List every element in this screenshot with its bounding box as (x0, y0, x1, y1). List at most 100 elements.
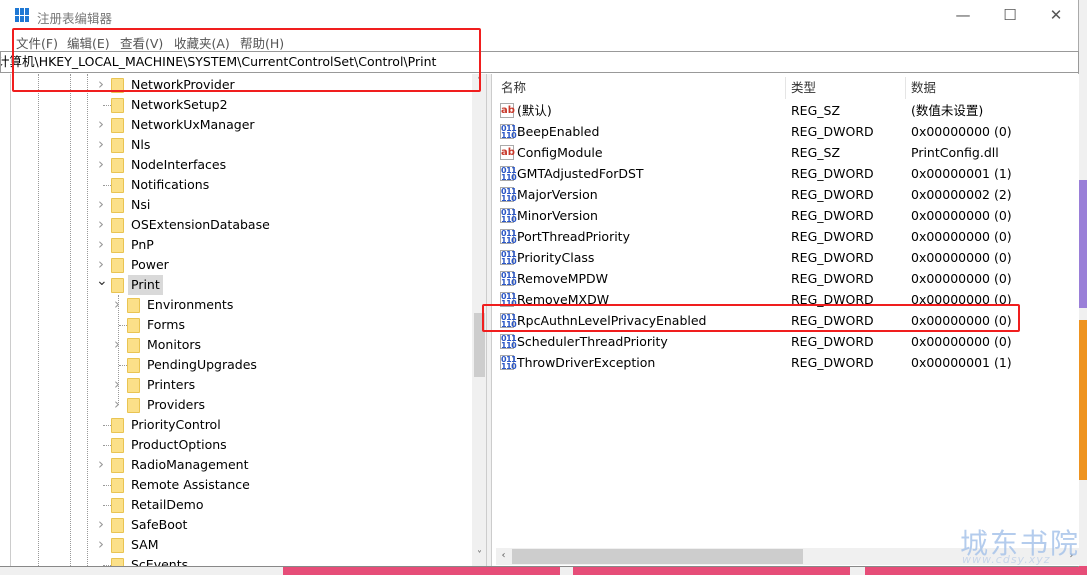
chevron-right-icon[interactable]: › (96, 454, 106, 474)
tree-item[interactable]: PendingUpgrades (11, 355, 471, 375)
folder-icon (111, 538, 124, 553)
maximize-button[interactable]: ☐ (987, 2, 1033, 28)
chevron-right-icon[interactable]: › (96, 134, 106, 154)
background-pink (573, 566, 850, 575)
tree-item[interactable]: › Nsi (11, 195, 471, 215)
menu-favorites[interactable]: 收藏夹(A) (174, 33, 230, 52)
tree-item[interactable]: › Nls (11, 135, 471, 155)
minimize-button[interactable]: — (940, 2, 986, 28)
chevron-right-icon[interactable]: › (96, 194, 106, 214)
list-scroll-thumb[interactable] (512, 549, 803, 564)
value-type: REG_DWORD (791, 229, 874, 244)
chevron-right-icon[interactable]: › (96, 514, 106, 534)
tree-item[interactable]: › NetworkProvider (11, 75, 471, 95)
value-data: 0x00000001 (1) (911, 355, 1012, 370)
value-row[interactable]: 011 110 PriorityClass REG_DWORD 0x00000000 (… (492, 247, 1079, 268)
scroll-up-icon[interactable]: ˄ (472, 76, 486, 87)
tree-item[interactable]: › Providers (11, 395, 471, 415)
tree-item[interactable]: › Environments (11, 295, 471, 315)
menu-file[interactable]: 文件(F) (16, 33, 58, 52)
column-header-type[interactable]: 类型 (791, 77, 816, 99)
tree-item[interactable]: › OSExtensionDatabase (11, 215, 471, 235)
address-bar[interactable]: 计算机\HKEY_LOCAL_MACHINE\SYSTEM\CurrentCon… (0, 51, 1079, 73)
tree-item[interactable]: › Power (11, 255, 471, 275)
tree-item[interactable]: Forms (11, 315, 471, 335)
column-header-data[interactable]: 数据 (911, 77, 936, 99)
value-type: REG_DWORD (791, 166, 874, 181)
value-row[interactable]: 011 110 PortThreadPriority REG_DWORD 0x00000… (492, 226, 1079, 247)
tree-item[interactable]: › RadioManagement (11, 455, 471, 475)
tree-item[interactable]: NetworkSetup2 (11, 95, 471, 115)
column-divider[interactable] (905, 77, 906, 99)
tree-item-label: PnP (131, 237, 154, 252)
column-divider[interactable] (785, 77, 786, 99)
value-row[interactable]: 011 110 MajorVersion REG_DWORD 0x00000002 (2… (492, 184, 1079, 205)
chevron-right-icon[interactable]: › (96, 114, 106, 134)
value-row[interactable]: 011 110 MinorVersion REG_DWORD 0x00000000 (0… (492, 205, 1079, 226)
value-row[interactable]: 011 110 RemoveMXDW REG_DWORD 0x00000000 (0) (492, 289, 1079, 310)
background-pink (283, 566, 560, 575)
tree-item[interactable]: ⌄ Print (11, 273, 471, 295)
tree-item[interactable]: ProductOptions (11, 435, 471, 455)
chevron-right-icon[interactable]: › (112, 334, 122, 354)
value-type: REG_DWORD (791, 334, 874, 349)
menu-help[interactable]: 帮助(H) (240, 33, 284, 52)
chevron-right-icon[interactable]: › (96, 154, 106, 174)
value-name: MinorVersion (517, 208, 598, 223)
tree-item[interactable]: › NodeInterfaces (11, 155, 471, 175)
value-type: REG_DWORD (791, 250, 874, 265)
tree-item-label: PriorityControl (131, 417, 221, 432)
tree-item[interactable]: Notifications (11, 175, 471, 195)
tree-connector (103, 565, 111, 566)
tree-item[interactable]: › NetworkUxManager (11, 115, 471, 135)
tree-connector (103, 105, 111, 106)
value-row[interactable]: ab ConfigModule REG_SZ PrintConfig.dll (492, 142, 1079, 163)
scroll-down-icon[interactable]: ˅ (472, 550, 486, 561)
chevron-right-icon[interactable]: › (112, 374, 122, 394)
tree-item[interactable]: Remote Assistance (11, 475, 471, 495)
tree-item[interactable]: › SAM (11, 535, 471, 555)
menu-view[interactable]: 查看(V) (120, 33, 163, 52)
value-data: 0x00000000 (0) (911, 271, 1012, 286)
tree-item[interactable]: RetailDemo (11, 495, 471, 515)
binary-value-icon: 011 110 (500, 334, 517, 350)
tree-vertical-scrollbar[interactable]: ˄ ˅ (472, 74, 486, 566)
tree-item[interactable]: › Printers (11, 375, 471, 395)
value-row-highlighted[interactable]: 011 110 RpcAuthnLevelPrivacyEnabled REG_DWO… (492, 310, 1079, 331)
binary-value-icon: 011 110 (500, 313, 517, 329)
chevron-right-icon[interactable]: › (96, 214, 106, 234)
chevron-right-icon[interactable]: › (96, 74, 106, 94)
tree-item-label: NetworkUxManager (131, 117, 255, 132)
tree-connector (103, 425, 111, 426)
chevron-right-icon[interactable]: › (112, 294, 122, 314)
tree-scroll-thumb[interactable] (474, 313, 485, 377)
tree-item[interactable]: › SafeBoot (11, 515, 471, 535)
tree-item[interactable]: ScEvents (11, 555, 471, 566)
chevron-right-icon[interactable]: › (112, 394, 122, 414)
value-type: REG_DWORD (791, 208, 874, 223)
chevron-right-icon[interactable]: › (96, 234, 106, 254)
value-type: REG_DWORD (791, 355, 874, 370)
binary-value-icon: 011 110 (500, 166, 517, 182)
tree-item[interactable]: › Monitors (11, 335, 471, 355)
value-row[interactable]: 011 110 RemoveMPDW REG_DWORD 0x00000000 (0) (492, 268, 1079, 289)
title-bar: 注册表编辑器 — ☐ ✕ (0, 0, 1078, 30)
scroll-left-icon[interactable]: ‹ (496, 550, 511, 561)
value-row[interactable]: 011 110 BeepEnabled REG_DWORD 0x00000000 (0) (492, 121, 1079, 142)
tree-item-label: OSExtensionDatabase (131, 217, 270, 232)
chevron-right-icon[interactable]: › (96, 534, 106, 554)
chevron-down-icon[interactable]: ⌄ (96, 271, 108, 291)
value-row[interactable]: 011 110 ThrowDriverException REG_DWORD 0x000… (492, 352, 1079, 373)
menu-bar: 文件(F) 编辑(E) 查看(V) 收藏夹(A) 帮助(H) (0, 30, 1078, 51)
value-type: REG_DWORD (791, 292, 874, 307)
menu-edit[interactable]: 编辑(E) (67, 33, 110, 52)
value-row[interactable]: 011 110 GMTAdjustedForDST REG_DWORD 0x000000… (492, 163, 1079, 184)
column-header-name[interactable]: 名称 (501, 77, 526, 99)
tree-item[interactable]: › PnP (11, 235, 471, 255)
value-row[interactable]: 011 110 SchedulerThreadPriority REG_DWORD 0x… (492, 331, 1079, 352)
tree-item-label: NetworkProvider (131, 77, 235, 92)
tree-item[interactable]: PriorityControl (11, 415, 471, 435)
watermark-url: www.cdsy.xyz (962, 553, 1051, 566)
value-row[interactable]: ab (默认) REG_SZ (数值未设置) (492, 100, 1079, 121)
close-button[interactable]: ✕ (1033, 2, 1079, 28)
